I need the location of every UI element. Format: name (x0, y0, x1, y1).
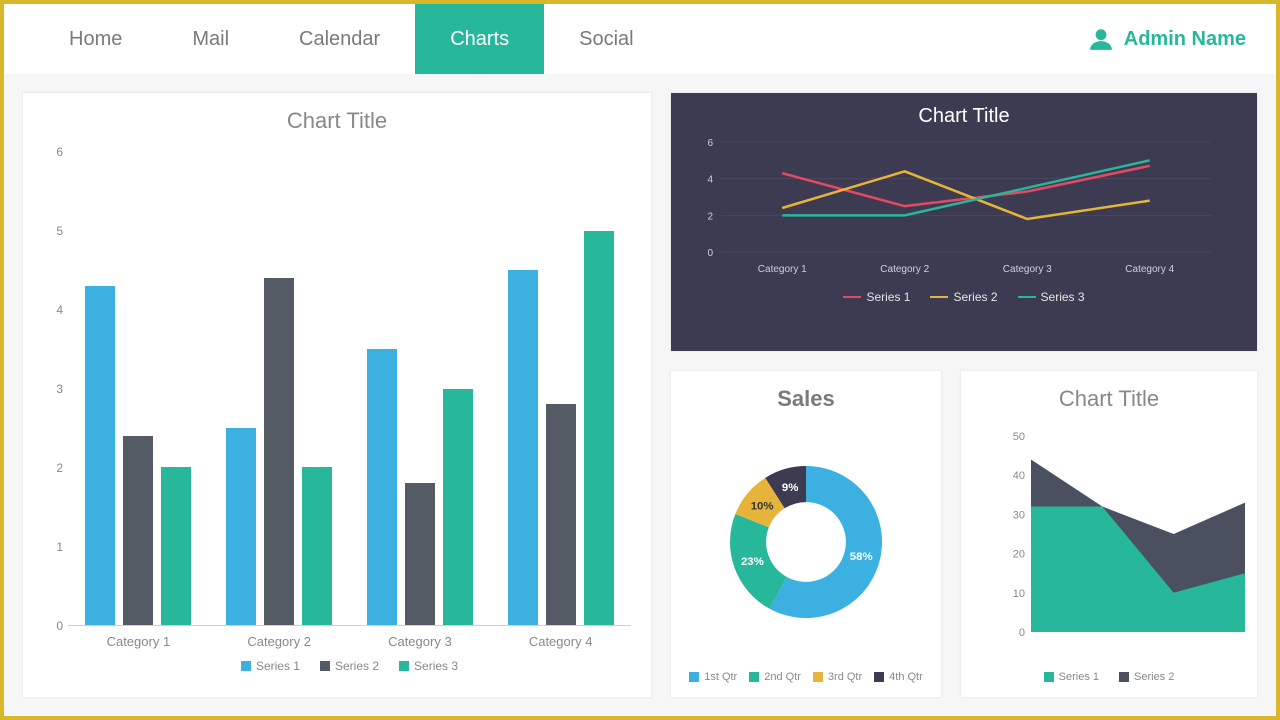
area-title: Chart Title (961, 371, 1257, 420)
donut-panel: Sales 58% 23% 10% 9% 1st Qtr 2nd Qtr 3rd Qtr 4… (670, 370, 942, 698)
nav-calendar[interactable]: Calendar (264, 4, 415, 74)
bar (161, 467, 191, 625)
bar (302, 467, 332, 625)
bar (443, 389, 473, 626)
bar-category-label: Category 2 (247, 634, 311, 649)
legend-item: Series 2 (320, 659, 379, 673)
bar-group (508, 152, 614, 625)
legend-item: 2nd Qtr (749, 671, 801, 683)
bar-group (85, 152, 191, 625)
legend-item: Series 2 (930, 290, 997, 304)
donut-chart: 58% 23% 10% 9% (711, 447, 901, 637)
svg-text:2: 2 (707, 211, 713, 222)
bar-category-label: Category 4 (529, 634, 593, 649)
bar (85, 286, 115, 625)
bar-category-label: Category 1 (107, 634, 171, 649)
nav-home[interactable]: Home (34, 4, 157, 74)
user-icon (1088, 26, 1114, 52)
svg-text:10: 10 (1013, 588, 1025, 600)
svg-text:10%: 10% (751, 500, 774, 512)
bar (226, 428, 256, 625)
top-nav: Home Mail Calendar Charts Social Admin N… (4, 4, 1276, 74)
svg-text:Category 2: Category 2 (880, 264, 929, 275)
nav-mail[interactable]: Mail (157, 4, 264, 74)
svg-text:0: 0 (707, 248, 713, 259)
area-panel: Chart Title 0 10 20 30 40 50 Series 1 Series 2 (960, 370, 1258, 698)
bar (123, 436, 153, 625)
nav-social[interactable]: Social (544, 4, 668, 74)
user-area[interactable]: Admin Name (1088, 26, 1246, 52)
svg-text:Category 1: Category 1 (758, 264, 807, 275)
bar-chart-panel: Chart Title 0123456 Category 1Category 2… (22, 92, 652, 698)
bar (508, 270, 538, 625)
bar-chart-card: Chart Title 0123456 Category 1Category 2… (22, 92, 652, 698)
bar-chart-title: Chart Title (23, 93, 651, 142)
svg-text:20: 20 (1013, 549, 1025, 561)
svg-text:23%: 23% (741, 556, 764, 568)
legend-item: Series 3 (399, 659, 458, 673)
svg-text:50: 50 (1013, 431, 1025, 443)
content: Chart Title 0123456 Category 1Category 2… (4, 74, 1276, 716)
bar-category-label: Category 3 (388, 634, 452, 649)
svg-text:9%: 9% (782, 482, 798, 494)
bar (264, 278, 294, 625)
legend-item: Series 1 (241, 659, 300, 673)
legend-item: 3rd Qtr (813, 671, 862, 683)
bar (546, 404, 576, 625)
bar (584, 231, 614, 625)
bar-group (226, 152, 332, 625)
donut-title: Sales (671, 371, 941, 420)
svg-text:Category 4: Category 4 (1125, 264, 1174, 275)
svg-text:30: 30 (1013, 509, 1025, 521)
line-chart-panel: Chart Title 0 2 4 6 Category 1 Category 2 Cate… (670, 92, 1258, 352)
legend-item: 4th Qtr (874, 671, 923, 683)
legend-item: Series 1 (843, 290, 910, 304)
legend-item: 1st Qtr (689, 671, 737, 683)
nav-charts[interactable]: Charts (415, 4, 544, 74)
bar-group (367, 152, 473, 625)
user-name: Admin Name (1124, 28, 1246, 51)
svg-text:0: 0 (1019, 627, 1025, 639)
svg-text:6: 6 (707, 138, 713, 149)
line-chart-title: Chart Title (671, 93, 1257, 132)
svg-text:Category 3: Category 3 (1003, 264, 1052, 275)
bar (405, 483, 435, 625)
svg-text:4: 4 (707, 175, 713, 186)
legend-item: Series 3 (1018, 290, 1085, 304)
svg-text:58%: 58% (850, 550, 873, 562)
line-chart: 0 2 4 6 Category 1 Category 2 Category 3 Catego… (671, 132, 1231, 282)
legend-item: Series 2 (1119, 671, 1174, 683)
bar (367, 349, 397, 625)
legend-item: Series 1 (1044, 671, 1099, 683)
svg-text:40: 40 (1013, 470, 1025, 482)
area-chart: 0 10 20 30 40 50 (1001, 430, 1251, 640)
right-column: Chart Title 0 2 4 6 Category 1 Category 2 Cate… (670, 92, 1258, 698)
